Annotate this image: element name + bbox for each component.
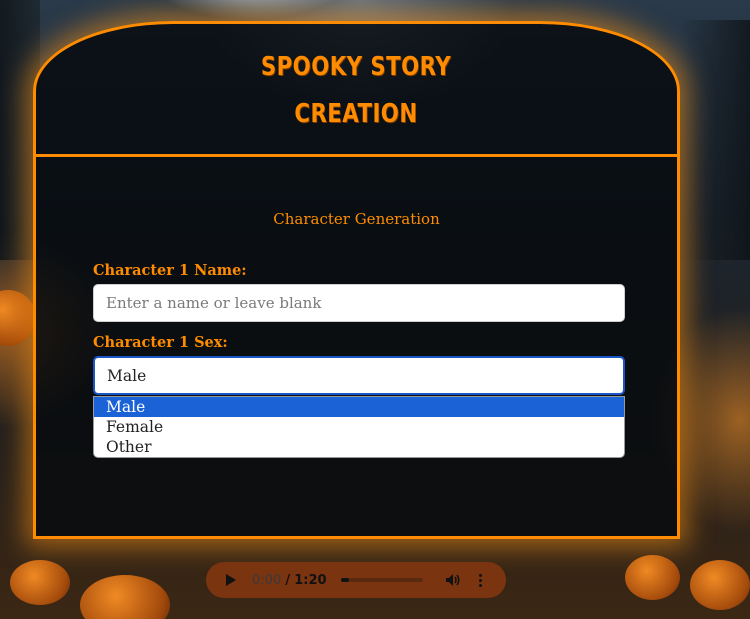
page-title-line-1: SPOOKY STORY — [261, 52, 452, 82]
page-title-line-2: CREATION — [294, 99, 419, 129]
story-creation-card: SPOOKY STORY CREATION Character Generati… — [33, 21, 680, 539]
pumpkin-decoration — [10, 560, 70, 605]
character-form: Character 1 Name: Character 1 Sex: Male … — [93, 262, 625, 458]
audio-progress-bar[interactable] — [340, 578, 423, 582]
character-name-input[interactable] — [93, 284, 625, 322]
tree-silhouette-right — [680, 20, 750, 260]
moon-glow — [150, 0, 350, 20]
pumpkin-decoration — [0, 290, 36, 346]
character-sex-select-wrapper: Male Male Female Other — [93, 356, 625, 458]
audio-progress-fill — [340, 578, 349, 582]
character-name-label: Character 1 Name: — [93, 262, 247, 279]
more-options-icon[interactable] — [479, 573, 483, 587]
card-header: SPOOKY STORY CREATION — [36, 24, 677, 157]
volume-icon[interactable] — [445, 573, 461, 587]
pumpkin-decoration — [625, 555, 680, 600]
page-title: SPOOKY STORY CREATION — [261, 40, 451, 138]
character-sex-select[interactable]: Male — [93, 356, 625, 395]
audio-player: 0:00 / 1:20 — [206, 562, 506, 598]
dropdown-option-male[interactable]: Male — [94, 397, 624, 417]
dropdown-option-other[interactable]: Other — [94, 437, 624, 457]
section-title: Character Generation — [273, 210, 440, 228]
dropdown-option-female[interactable]: Female — [94, 417, 624, 437]
audio-time-separator: / — [285, 572, 291, 588]
character-sex-dropdown: Male Female Other — [93, 396, 625, 458]
audio-time: 0:00 / 1:20 — [252, 573, 327, 588]
audio-total-time: 1:20 — [294, 572, 327, 588]
play-icon[interactable] — [226, 574, 236, 586]
pumpkin-decoration — [690, 560, 750, 610]
audio-current-time: 0:00 — [252, 572, 282, 588]
character-sex-label: Character 1 Sex: — [93, 334, 228, 351]
pumpkin-decoration — [80, 575, 170, 619]
